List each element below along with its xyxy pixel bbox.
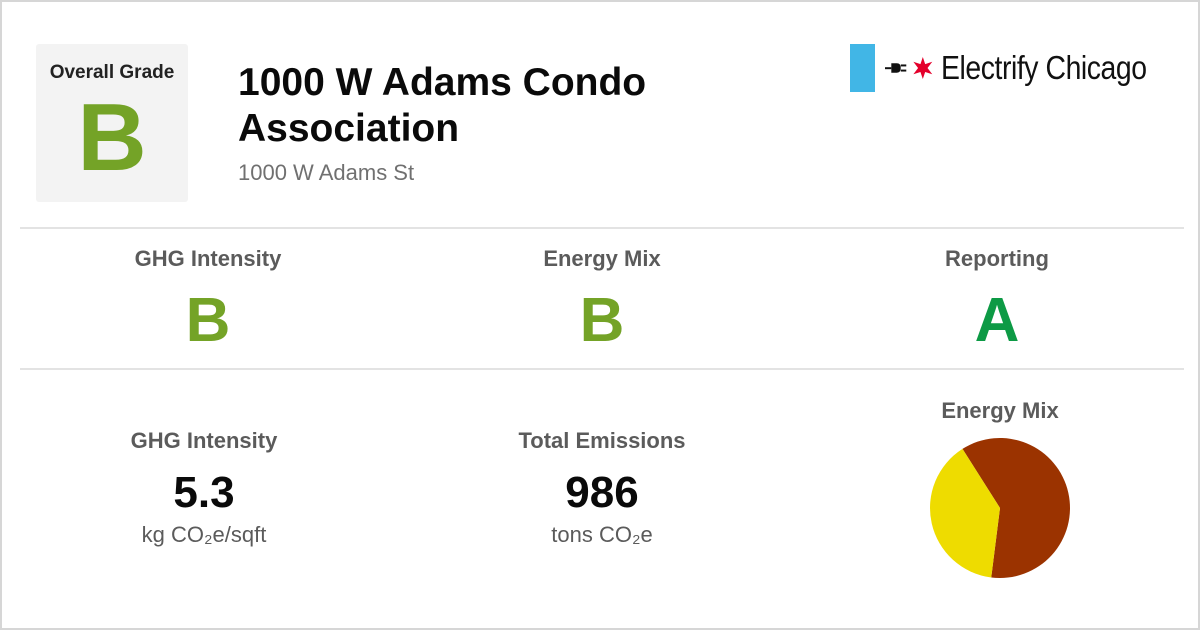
energy-mix-grade-letter: B — [579, 286, 625, 355]
divider-top — [20, 227, 1184, 229]
reporting-grade-letter: A — [974, 286, 1020, 355]
overall-grade-letter: B — [77, 84, 147, 191]
divider-bottom — [20, 368, 1184, 370]
energy-mix-chart-label: Energy Mix — [941, 398, 1059, 423]
brand-name: Electrify Chicago — [940, 49, 1147, 86]
building-card: Overall Grade B 1000 W Adams Condo Assoc… — [0, 0, 1200, 630]
ghg-intensity-unit: kg CO₂e/sqft — [141, 522, 267, 547]
overall-grade-label: Overall Grade — [49, 62, 175, 83]
ghg-grade: GHG Intensity B — [58, 246, 358, 356]
ghg-intensity-label: GHG Intensity — [130, 428, 278, 453]
brand-blue-block — [850, 44, 876, 92]
overall-grade-box: Overall Grade B — [36, 44, 188, 202]
building-address: 1000 W Adams St — [238, 160, 415, 185]
brand-logo[interactable]: Electrify Chicago — [850, 42, 1180, 94]
chicago-star-icon — [913, 56, 933, 80]
reporting-grade: Reporting A — [847, 246, 1147, 356]
energy-mix-pie-chart — [930, 438, 1070, 578]
reporting-grade-label: Reporting — [945, 246, 1049, 271]
total-emissions-value: 986 — [565, 468, 639, 517]
building-title: 1000 W Adams Condo Association — [238, 61, 647, 150]
total-emissions-metric: Total Emissions 986 tons CO₂e — [452, 428, 752, 548]
total-emissions-label: Total Emissions — [518, 428, 686, 453]
total-emissions-unit: tons CO₂e — [551, 522, 653, 547]
energy-mix-grade: Energy Mix B — [452, 246, 752, 356]
plug-icon — [885, 63, 907, 73]
ghg-intensity-value: 5.3 — [173, 468, 235, 517]
ghg-grade-letter: B — [185, 286, 231, 355]
ghg-intensity-metric: GHG Intensity 5.3 kg CO₂e/sqft — [54, 428, 354, 548]
ghg-grade-label: GHG Intensity — [134, 246, 282, 271]
energy-mix-grade-label: Energy Mix — [543, 246, 661, 271]
energy-mix-panel: Energy Mix — [850, 398, 1150, 580]
